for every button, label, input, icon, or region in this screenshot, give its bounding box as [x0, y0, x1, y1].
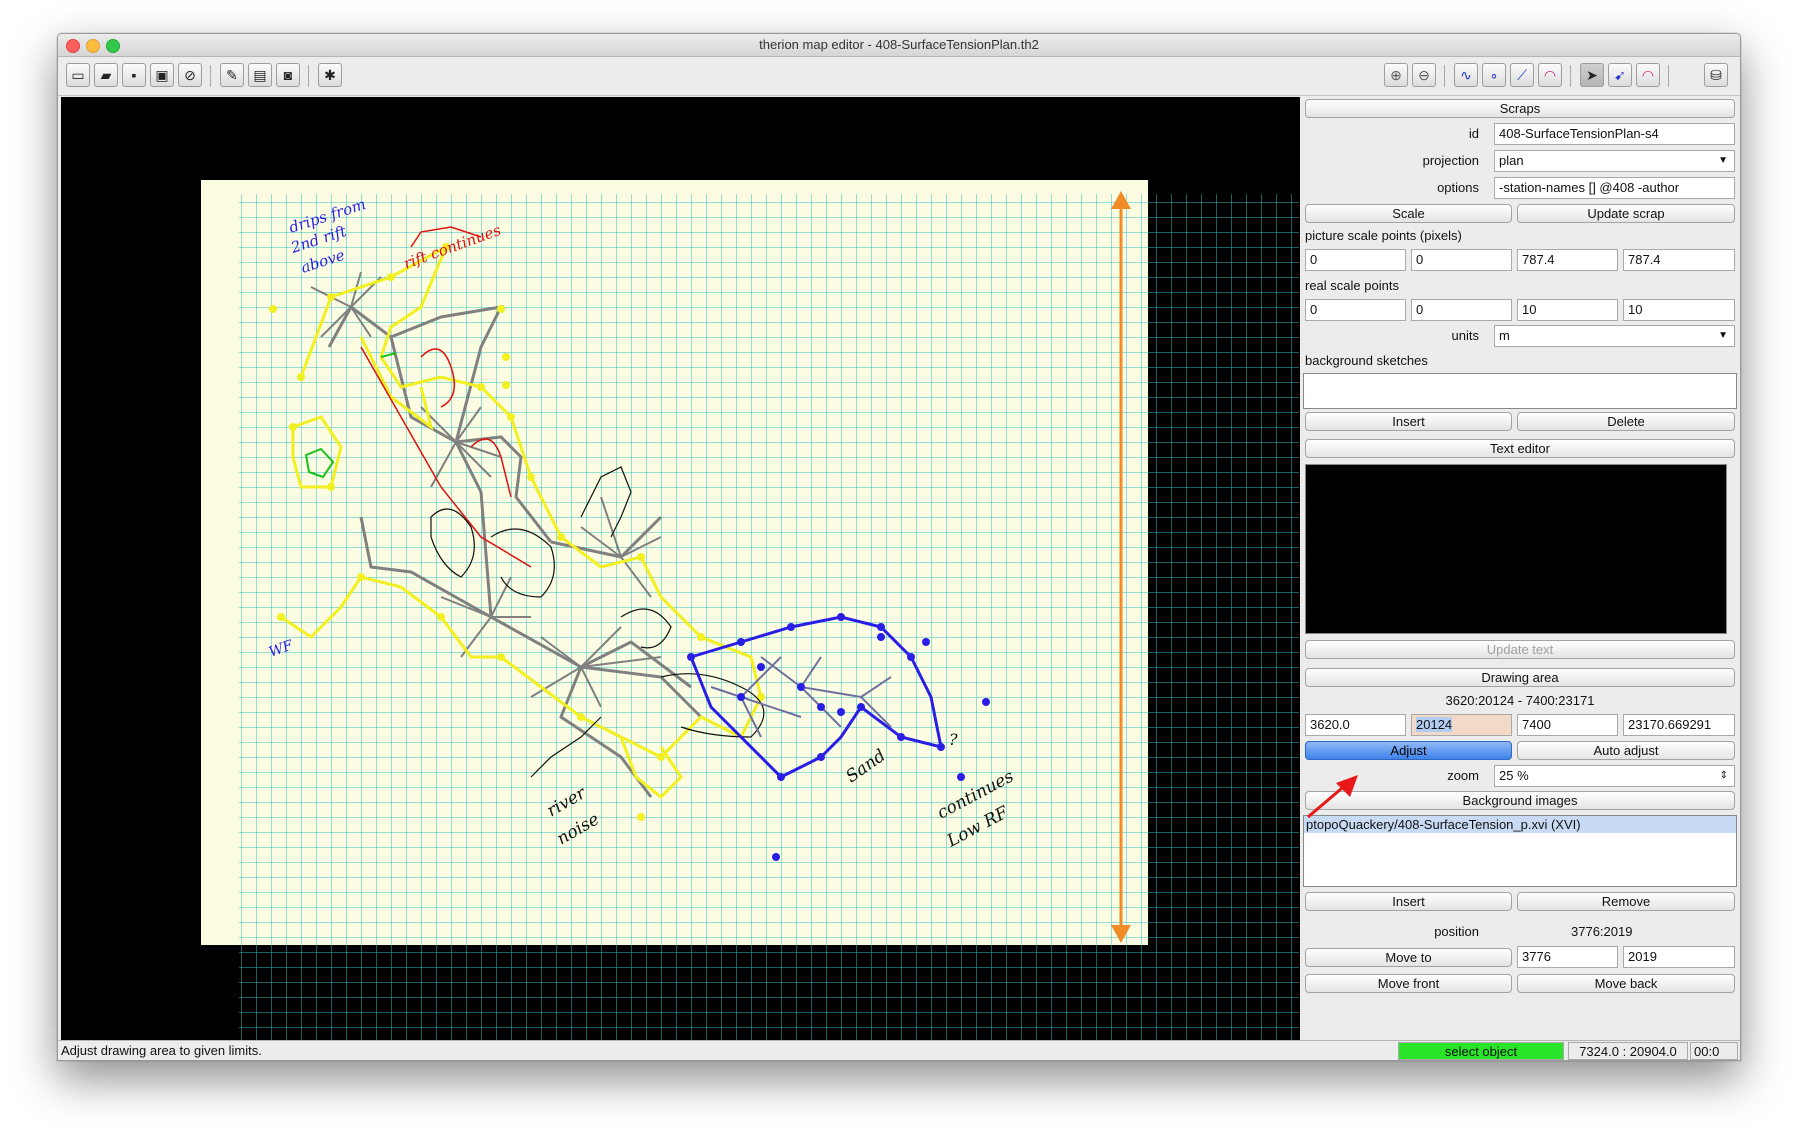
background-images-list[interactable]: ptopoQuackery/408-SurfaceTension_p.xvi (…: [1303, 815, 1737, 887]
chevron-down-icon: ▼: [1718, 330, 1728, 341]
app-window: therion map editor - 408-SurfaceTensionP…: [57, 33, 1741, 1061]
drawing-area-y1[interactable]: 20124: [1411, 714, 1512, 736]
background-sketches-list[interactable]: [1303, 373, 1737, 409]
toolbar-separator: [308, 65, 309, 87]
picture-scale-label: picture scale points (pixels): [1305, 228, 1462, 243]
title-bar: therion map editor - 408-SurfaceTensionP…: [58, 34, 1740, 57]
layers-icon[interactable]: ▤: [248, 63, 272, 87]
units-label: units: [1451, 328, 1479, 343]
real-scale-x2[interactable]: 10: [1517, 299, 1618, 321]
text-editor-header-button[interactable]: Text editor: [1305, 439, 1735, 458]
side-panel: Scraps id 408-SurfaceTensionPlan-s4 proj…: [1301, 97, 1738, 1040]
move-back-button[interactable]: Move back: [1517, 974, 1735, 993]
insert-sketch-button[interactable]: Insert: [1305, 412, 1512, 431]
remove-image-button[interactable]: Remove: [1517, 892, 1735, 911]
close-window-button[interactable]: [66, 39, 80, 53]
scale-button[interactable]: Scale: [1305, 204, 1512, 223]
move-front-button[interactable]: Move front: [1305, 974, 1512, 993]
id-field[interactable]: 408-SurfaceTensionPlan-s4: [1494, 123, 1735, 145]
drawing-area-range: 3620:20124 - 7400:23171: [1445, 693, 1595, 708]
options-label: options: [1437, 180, 1479, 195]
text-editor-area[interactable]: [1305, 464, 1727, 634]
drawing-area-y1-value: 20124: [1416, 717, 1453, 732]
auto-adjust-button[interactable]: Auto adjust: [1517, 741, 1735, 760]
new-file-icon[interactable]: ▭: [66, 63, 90, 87]
zoom-out-icon[interactable]: ⊖: [1412, 63, 1436, 87]
real-scale-label: real scale points: [1305, 278, 1399, 293]
drawing-area-y2[interactable]: 23170.669291: [1623, 714, 1735, 736]
stepper-icon: ⇕: [1719, 770, 1728, 781]
trash-icon[interactable]: ⛁: [1704, 63, 1728, 87]
projection-value: plan: [1499, 153, 1524, 168]
insert-point-icon[interactable]: ∘: [1482, 63, 1506, 87]
move-to-button[interactable]: Move to: [1305, 948, 1512, 967]
status-message: Adjust drawing area to given limits.: [61, 1043, 262, 1058]
zoom-select[interactable]: 25 % ⇕: [1494, 765, 1735, 787]
toolbar-separator: [1444, 65, 1445, 87]
toolbar-separator: [1668, 65, 1669, 87]
drawing-area-x1[interactable]: 3620.0: [1305, 714, 1406, 736]
position-label: position: [1434, 924, 1479, 939]
drawing-canvas[interactable]: drips from 2nd rift above rift continues…: [61, 97, 1300, 1040]
save-icon[interactable]: ▪: [122, 63, 146, 87]
picture-scale-x1[interactable]: 0: [1305, 249, 1406, 271]
close-file-icon[interactable]: ⊘: [178, 63, 202, 87]
adjust-button[interactable]: Adjust: [1305, 741, 1512, 760]
drawing-area-header-button[interactable]: Drawing area: [1305, 668, 1735, 687]
real-scale-y2[interactable]: 10: [1623, 299, 1735, 321]
move-to-x-field[interactable]: 3776: [1517, 946, 1618, 968]
map-drawing[interactable]: drips from 2nd rift above rift continues…: [61, 97, 1300, 1040]
view-icon[interactable]: ◙: [276, 63, 300, 87]
edit-icon[interactable]: ✎: [220, 63, 244, 87]
window-title: therion map editor - 408-SurfaceTensionP…: [759, 37, 1039, 52]
insert-line-icon[interactable]: ∿: [1454, 63, 1478, 87]
maximize-window-button[interactable]: [106, 39, 120, 53]
units-value: m: [1499, 328, 1510, 343]
picture-scale-x2[interactable]: 787.4: [1517, 249, 1618, 271]
delete-sketch-button[interactable]: Delete: [1517, 412, 1735, 431]
zoom-value: 25 %: [1499, 768, 1529, 783]
units-select[interactable]: m ▼: [1494, 325, 1735, 347]
update-text-button[interactable]: Update text: [1305, 640, 1735, 659]
chevron-down-icon: ▼: [1718, 155, 1728, 166]
select-area-icon[interactable]: ◠: [1636, 63, 1660, 87]
position-value: 3776:2019: [1571, 924, 1633, 939]
projection-select[interactable]: plan ▼: [1494, 150, 1735, 172]
real-scale-y1[interactable]: 0: [1411, 299, 1512, 321]
toolbar-separator: [1570, 65, 1571, 87]
drawing-area-x2[interactable]: 7400: [1517, 714, 1618, 736]
background-sketches-label: background sketches: [1305, 353, 1428, 368]
note-question: ?: [949, 730, 958, 749]
scraps-header-button[interactable]: Scraps: [1305, 99, 1735, 118]
move-to-y-field[interactable]: 2019: [1623, 946, 1735, 968]
annotation-arrow: [1307, 775, 1358, 819]
zoom-in-icon[interactable]: ⊕: [1384, 63, 1408, 87]
save-as-icon[interactable]: ▣: [150, 63, 174, 87]
insert-image-button[interactable]: Insert: [1305, 892, 1512, 911]
toolbar-separator: [210, 65, 211, 87]
picture-scale-y1[interactable]: 0: [1411, 249, 1512, 271]
mode-indicator: select object: [1398, 1042, 1564, 1060]
minimize-window-button[interactable]: [86, 39, 100, 53]
open-file-icon[interactable]: ▰: [94, 63, 118, 87]
insert-line-point-icon[interactable]: ⟋: [1510, 63, 1534, 87]
status-bar: Adjust drawing area to given limits. sel…: [58, 1040, 1740, 1060]
id-label: id: [1468, 126, 1479, 141]
cursor-coordinates: 7324.0 : 20904.0: [1568, 1042, 1688, 1060]
real-scale-x1[interactable]: 0: [1305, 299, 1406, 321]
select-object-icon[interactable]: ➤: [1580, 63, 1604, 87]
insert-area-icon[interactable]: ◠: [1538, 63, 1562, 87]
update-scrap-button[interactable]: Update scrap: [1517, 204, 1735, 223]
picture-scale-y2[interactable]: 787.4: [1623, 249, 1735, 271]
settings-icon[interactable]: ✱: [318, 63, 342, 87]
projection-label: projection: [1422, 153, 1479, 168]
options-field[interactable]: -station-names [] @408 -author: [1494, 177, 1735, 199]
elapsed-time: 00:0: [1690, 1042, 1738, 1060]
paper-grid: [239, 194, 1148, 945]
toolbar: ▭ ▰ ▪ ▣ ⊘ ✎ ▤ ◙ ✱ ⊕ ⊖ ∿ ∘ ⟋ ◠ ➤ ➹ ◠ ⛁: [58, 57, 1740, 96]
select-line-icon[interactable]: ➹: [1608, 63, 1632, 87]
